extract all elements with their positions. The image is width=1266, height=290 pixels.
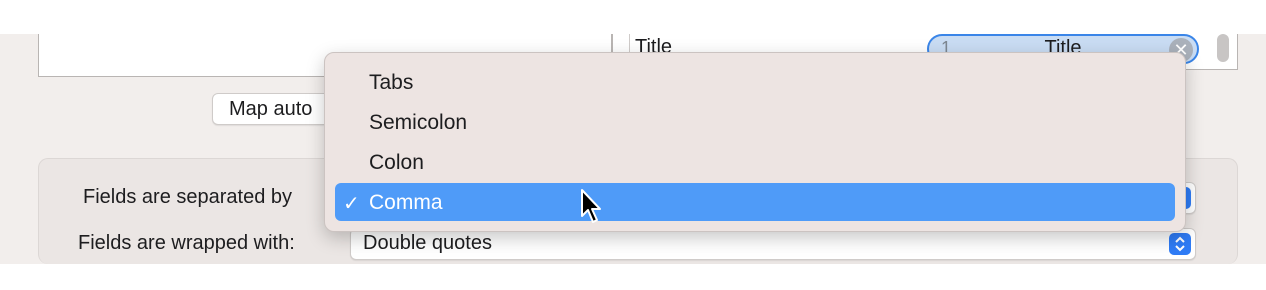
separator-dropdown-menu: Tabs Semicolon Colon ✓ Comma [324,52,1186,232]
wrapper-value: Double quotes [363,232,492,254]
menu-item-label: Colon [369,151,424,174]
wrapper-label: Fields are wrapped with: [78,232,295,254]
menu-item-label: Comma [369,191,443,214]
wrapper-popup[interactable]: Double quotes [350,228,1196,260]
menu-item-tabs[interactable]: Tabs [335,63,1175,101]
menu-item-comma[interactable]: ✓ Comma [335,183,1175,221]
menu-item-label: Semicolon [369,111,468,134]
checkmark-icon: ✓ [343,193,360,215]
scrollbar-thumb[interactable] [1217,34,1229,62]
menu-item-semicolon[interactable]: Semicolon [335,103,1175,141]
menu-item-label: Tabs [369,71,414,94]
separator-label: Fields are separated by [83,186,293,208]
menu-item-colon[interactable]: Colon [335,143,1175,181]
popup-stepper-icon [1169,233,1191,255]
mouse-pointer-icon [581,189,601,223]
